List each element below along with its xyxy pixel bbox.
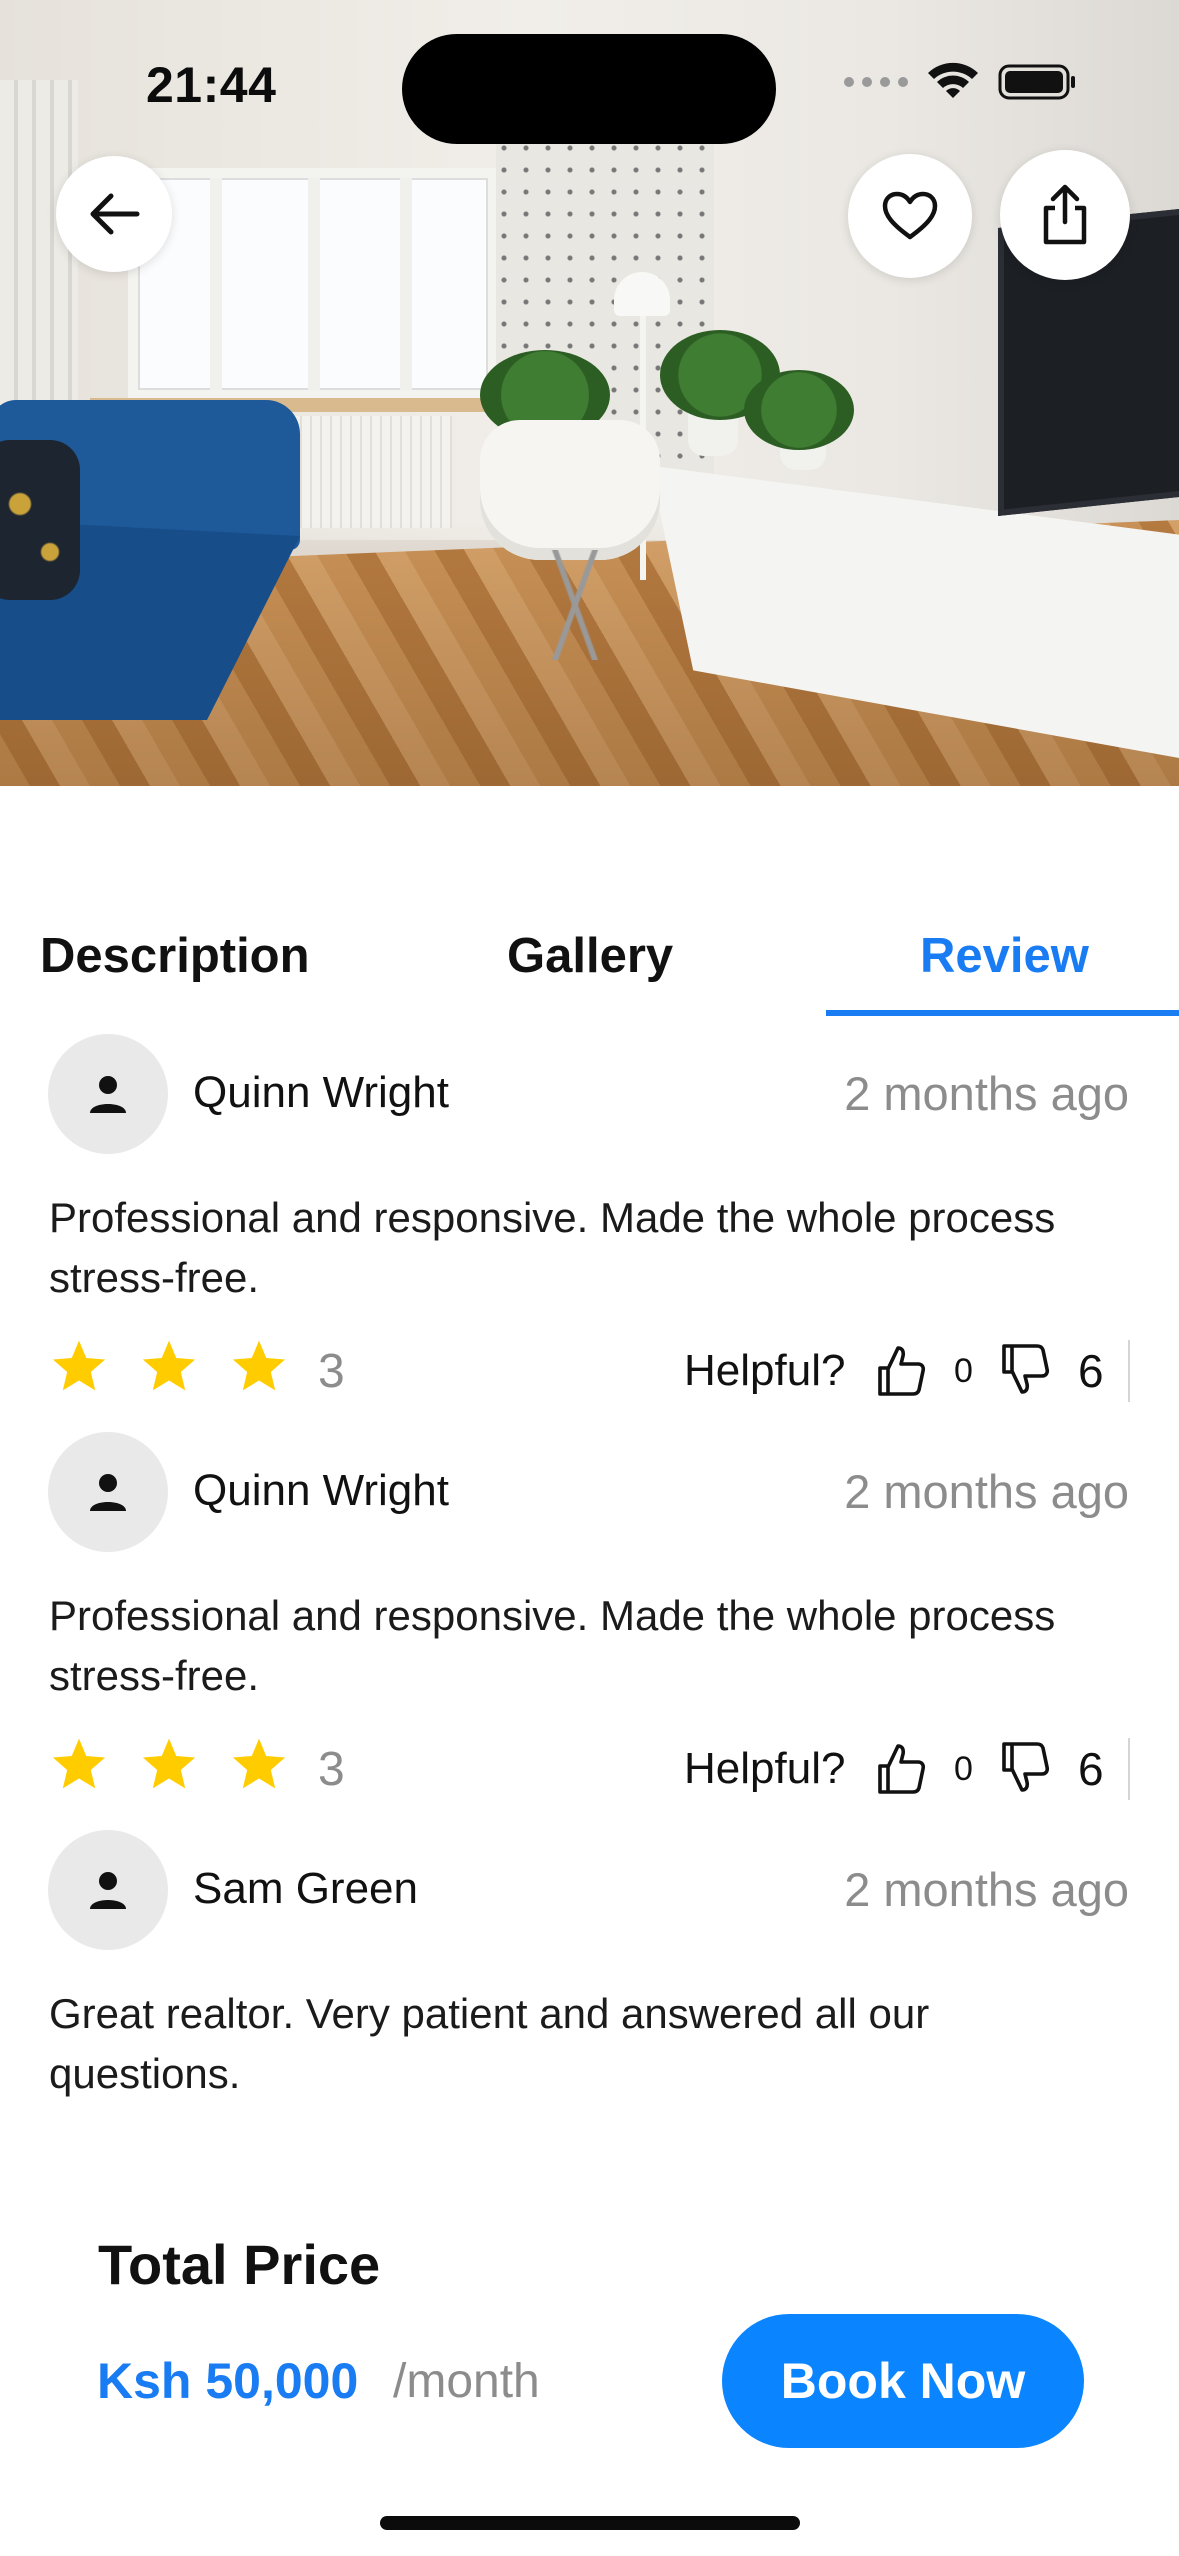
- home-indicator: [380, 2516, 800, 2530]
- star-icon: [52, 1738, 106, 1789]
- tab-gallery[interactable]: Gallery: [507, 928, 673, 984]
- rating-count: 3: [318, 1743, 345, 1796]
- book-now-button[interactable]: Book Now: [722, 2314, 1084, 2448]
- price-period: /month: [393, 2355, 540, 2408]
- cellular-signal-icon: [844, 77, 908, 87]
- thumbs-up-button[interactable]: [876, 1342, 926, 1403]
- thumbs-down-button[interactable]: [1000, 1342, 1050, 1403]
- thumbs-down-count: 6: [1078, 1743, 1104, 1795]
- wifi-icon: [928, 62, 978, 98]
- reviewer-name: Quinn Wright: [193, 1466, 449, 1515]
- rating-count: 3: [318, 1345, 345, 1398]
- avatar: [48, 1830, 168, 1950]
- detail-tabs: Description Gallery Review: [0, 900, 1179, 1016]
- thumbs-up-button[interactable]: [876, 1740, 926, 1801]
- photo-chair-legs: [495, 550, 655, 660]
- review-time: 2 months ago: [844, 1465, 1129, 1518]
- price-value: Ksh 50,000: [97, 2353, 359, 2409]
- divider: [1128, 1738, 1130, 1800]
- review-footer: 3 Helpful? 0 6: [50, 1736, 1130, 1806]
- photo-window: [128, 168, 498, 400]
- avatar: [48, 1034, 168, 1154]
- review-footer: 3 Helpful? 0 6: [50, 1338, 1130, 1408]
- reviewer-name: Quinn Wright: [193, 1068, 449, 1117]
- thumbs-down-button[interactable]: [1000, 1740, 1050, 1801]
- review-text: Professional and responsive. Made the wh…: [49, 1592, 1056, 1699]
- tab-description[interactable]: Description: [40, 928, 310, 984]
- tab-active-indicator: [826, 1010, 1179, 1016]
- avatar: [48, 1432, 168, 1552]
- thumbs-up-count: 0: [954, 1352, 973, 1390]
- photo-pillow: [0, 440, 80, 600]
- status-icons: [844, 62, 1078, 102]
- star-icon: [232, 1738, 286, 1789]
- star-rating: [50, 1338, 288, 1394]
- share-button[interactable]: [1000, 150, 1130, 280]
- thumbs-up-icon: [878, 1744, 926, 1794]
- star-icon: [232, 1340, 286, 1391]
- user-icon: [90, 1076, 126, 1113]
- status-time: 21:44: [146, 57, 277, 113]
- arrow-left-icon: [90, 193, 140, 235]
- heart-icon: [882, 191, 938, 240]
- reviewer-name: Sam Green: [193, 1864, 418, 1913]
- helpful-label: Helpful?: [684, 1744, 846, 1793]
- review-text: Great realtor. Very patient and answered…: [49, 1990, 930, 2097]
- total-price-label: Total Price: [98, 2233, 381, 2296]
- tab-review[interactable]: Review: [920, 928, 1089, 984]
- back-button[interactable]: [56, 156, 172, 272]
- photo-plant: [744, 370, 854, 450]
- photo-chair: [480, 420, 660, 560]
- user-icon: [90, 1474, 126, 1511]
- divider: [1128, 1340, 1130, 1402]
- star-icon: [142, 1738, 196, 1789]
- review-time: 2 months ago: [844, 1863, 1129, 1916]
- review-time: 2 months ago: [844, 1067, 1129, 1120]
- battery-icon: [998, 64, 1075, 100]
- review-text: Professional and responsive. Made the wh…: [49, 1194, 1056, 1301]
- star-icon: [52, 1340, 106, 1391]
- thumbs-down-count: 6: [1078, 1345, 1104, 1397]
- favorite-button[interactable]: [848, 154, 972, 278]
- star-icon: [142, 1340, 196, 1391]
- thumbs-up-count: 0: [954, 1750, 973, 1788]
- star-rating: [50, 1736, 288, 1792]
- dynamic-island: [402, 34, 776, 144]
- share-icon: [1043, 184, 1087, 245]
- thumbs-up-icon: [878, 1346, 926, 1396]
- user-icon: [90, 1872, 126, 1909]
- thumbs-down-icon: [1002, 1742, 1050, 1792]
- thumbs-down-icon: [1002, 1344, 1050, 1394]
- helpful-label: Helpful?: [684, 1346, 846, 1395]
